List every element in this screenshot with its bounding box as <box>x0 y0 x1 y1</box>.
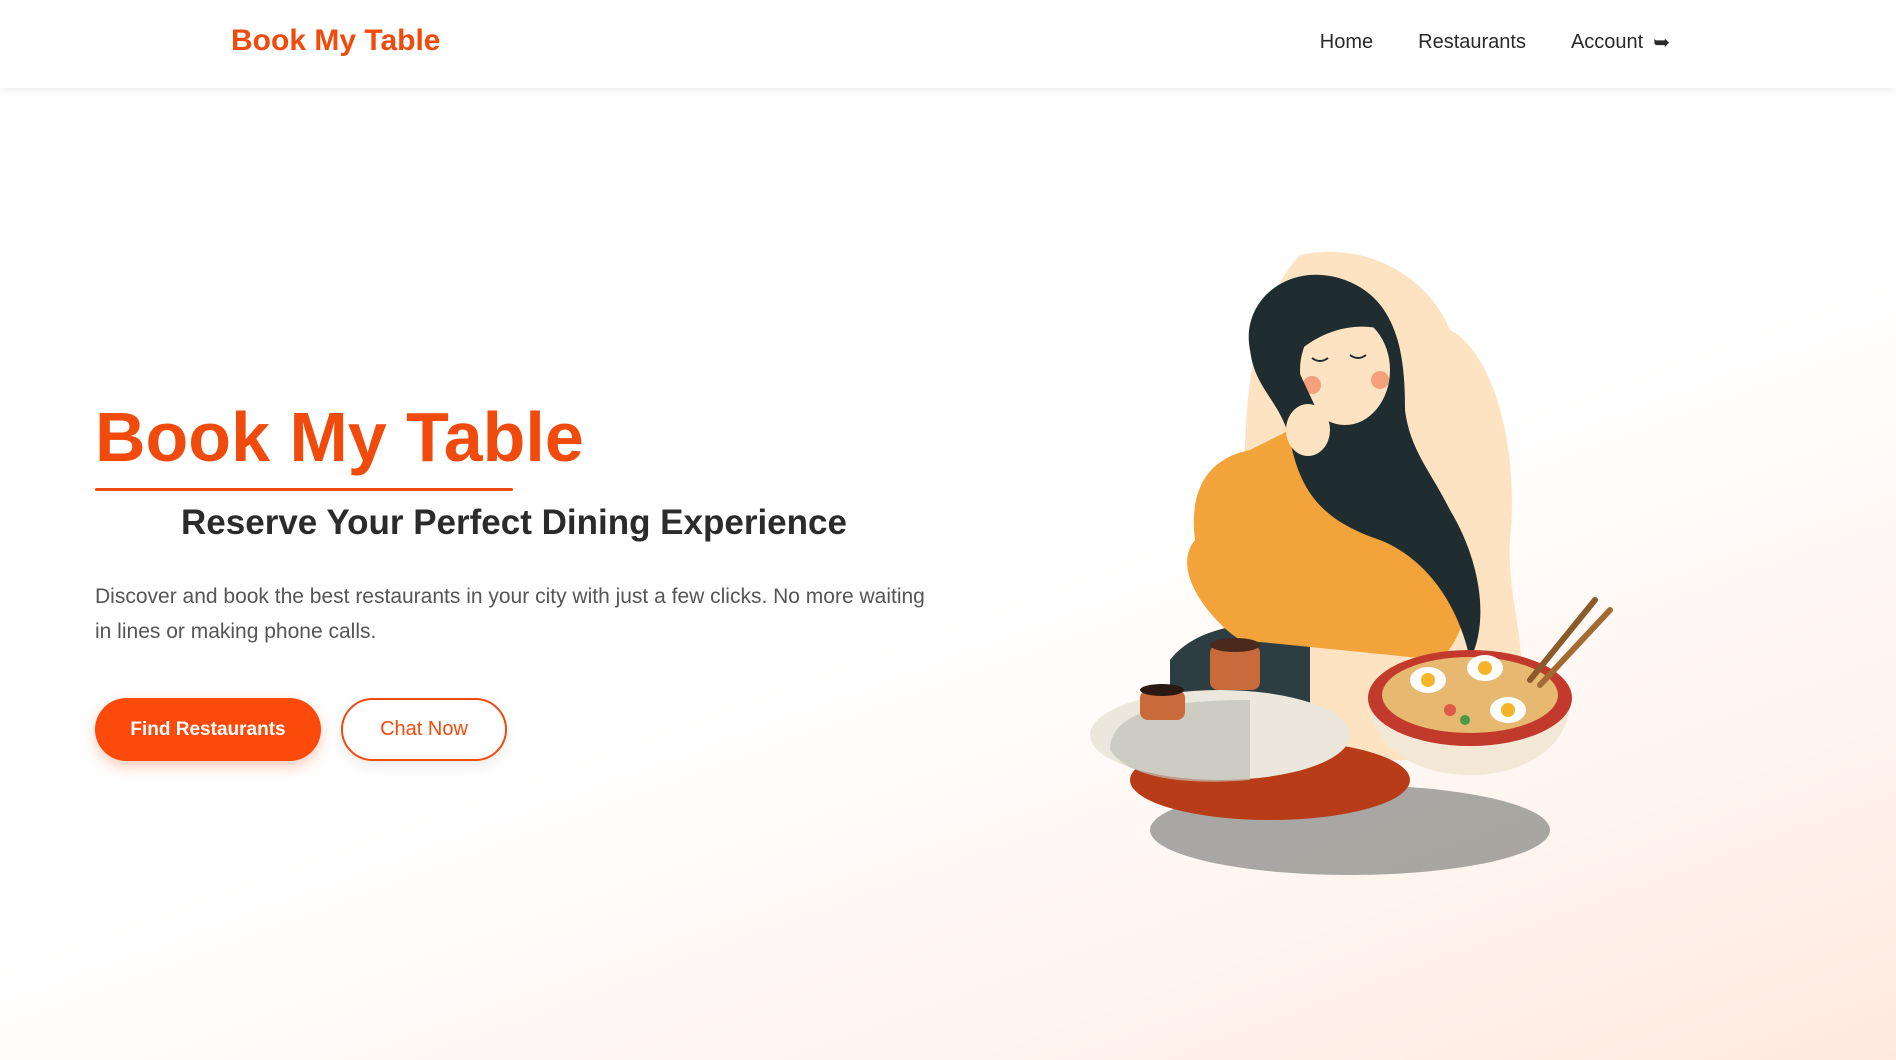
navbar: Book My Table Home Restaurants Account ➥ <box>0 0 1896 88</box>
nav-links: Home Restaurants Account ➥ <box>1320 30 1670 55</box>
egg-1-yolk <box>1421 673 1435 687</box>
nav-restaurants[interactable]: Restaurants <box>1418 31 1526 54</box>
hero-description: Discover and book the best restaurants i… <box>95 585 925 643</box>
hand <box>1286 404 1330 456</box>
nav-account-label: Account <box>1570 31 1644 53</box>
cheek-right <box>1371 371 1389 389</box>
hero-subtitle: Reserve Your Perfect Dining Experience <box>181 503 847 542</box>
shrimp-1 <box>1444 704 1456 716</box>
find-restaurants-button[interactable]: Find Restaurants <box>95 698 321 761</box>
brand-logo[interactable]: Book My Table <box>231 24 440 58</box>
cup-large-rim <box>1210 638 1260 652</box>
egg-2-yolk <box>1478 661 1492 675</box>
woman-eating-noodles-illustration <box>1090 251 1613 875</box>
hero-title: Book My Table <box>95 398 584 476</box>
nav-account[interactable]: Account ➥ <box>1571 30 1670 55</box>
egg-3-yolk <box>1501 703 1515 717</box>
logout-arrow-icon: ➥ <box>1653 32 1670 54</box>
chat-now-button[interactable]: Chat Now <box>341 698 507 761</box>
nav-home[interactable]: Home <box>1320 31 1373 54</box>
herb-1 <box>1460 715 1470 725</box>
hero-title-underline <box>95 488 513 491</box>
cup-small-rim <box>1140 684 1184 696</box>
